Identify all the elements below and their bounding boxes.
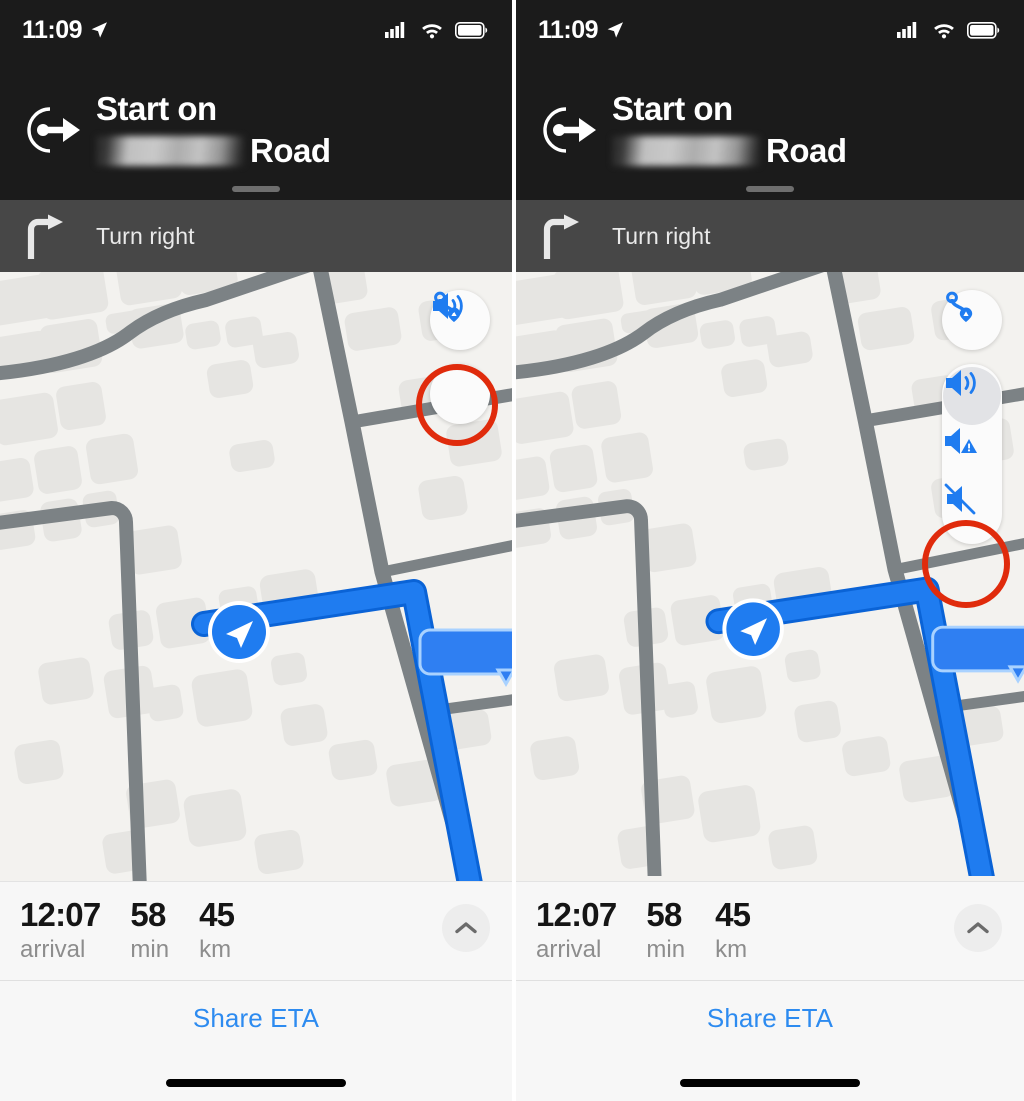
wifi-icon [934,24,954,39]
maneuver-road-suffix: Road [250,132,331,169]
share-eta-label[interactable]: Share ETA [707,1003,833,1034]
eta-stats-row[interactable]: 12:07 arrival 58 min 45 km [516,882,1024,980]
phone-screen-right: 11:09 Start on Road Turn right 12:07 arr… [512,0,1024,1101]
status-bar: 11:09 [516,0,1024,60]
audio-option-volume-full[interactable] [943,367,1001,425]
maneuver-line-2: Road [96,130,331,172]
speaker-muted-icon [944,483,976,515]
battery-full-icon [455,21,488,39]
next-step-label: Turn right [96,222,195,249]
chevron-up-icon [455,922,477,934]
eta-sheet-right: 12:07 arrival 58 min 45 km Share ETA [516,881,1024,1101]
next-step-strip[interactable]: Turn right [516,200,1024,272]
redacted-street-name [612,136,760,166]
wifi-icon [422,24,442,39]
cellular-signal-icon [385,22,405,38]
route-overview-button[interactable] [942,290,1002,350]
next-step-strip[interactable]: Turn right [0,200,512,272]
screenshot-stage: 11:09 Start on Road Turn right 12:07 arr… [0,0,1024,1101]
start-on-route-icon [530,103,606,157]
eta-stats-row[interactable]: 12:07 arrival 58 min 45 km [0,882,512,980]
maneuver-text: Start on Road [606,88,847,172]
eta-duration-value: 58 [646,896,682,933]
redacted-street-name [96,136,244,166]
location-arrow-icon [91,22,108,38]
eta-duration-unit: min [130,935,170,963]
user-location-puck [208,601,270,663]
maneuver-text: Start on Road [90,88,331,172]
maneuver-banner[interactable]: Start on Road [0,60,512,200]
map-controls-right [942,290,1002,544]
turn-right-arrow-icon [543,214,579,259]
eta-stat-duration: 58 min [646,898,685,965]
status-bar-left: 11:09 [22,16,109,45]
home-indicator[interactable] [680,1079,860,1087]
next-step-label: Turn right [612,222,711,249]
maneuver-banner[interactable]: Start on Road [516,60,1024,200]
maneuver-line-2: Road [612,130,847,172]
audio-option-alerts-only[interactable] [943,425,1001,483]
speaker-alerts-only-icon [945,428,977,454]
eta-arrival-value: 12:07 [536,896,617,933]
location-arrow-icon [607,22,624,38]
status-bar-right [897,21,1000,39]
eta-distance-unit: km [199,935,232,963]
cellular-signal-icon [897,22,917,38]
share-eta-label[interactable]: Share ETA [193,1003,319,1034]
turn-right-arrow-icon [27,214,63,259]
maneuver-line-1: Start on [612,89,733,127]
maneuver-road-suffix: Road [766,132,847,169]
chevron-up-icon [967,922,989,934]
expand-sheet-button[interactable] [442,904,490,952]
eta-sheet-left: 12:07 arrival 58 min 45 km Share ETA [0,881,512,1101]
battery-full-icon [967,21,1000,39]
eta-arrival-unit: arrival [536,935,602,963]
eta-stat-distance: 45 km [715,896,751,965]
start-on-route-icon [14,103,90,157]
audio-output-button[interactable] [430,293,490,424]
speaker-volume-icon [946,370,976,396]
eta-duration-value: 58 [130,896,166,933]
phone-screen-left: 11:09 Start on Road Turn right 12:07 arr… [0,0,512,1101]
maneuver-line-1: Start on [96,89,217,127]
eta-stat-arrival: 12:07 arrival [536,896,617,965]
sheet-drag-handle[interactable] [232,186,280,192]
user-location-puck [722,598,784,660]
sheet-drag-handle[interactable] [746,186,794,192]
eta-distance-value: 45 [199,896,235,933]
map-canvas-right[interactable] [516,272,1024,881]
eta-distance-value: 45 [715,896,751,933]
eta-stat-arrival: 12:07 arrival [20,896,101,965]
eta-arrival-unit: arrival [20,935,86,963]
audio-option-muted[interactable] [943,483,1001,541]
home-indicator[interactable] [166,1079,346,1087]
status-bar-left: 11:09 [538,16,625,45]
eta-distance-unit: km [715,935,748,963]
route-overview-icon [946,291,973,322]
map-controls-left [430,290,490,424]
audio-output-menu[interactable] [942,364,1002,544]
status-time: 11:09 [22,15,83,44]
status-bar-right [385,21,488,39]
eta-arrival-value: 12:07 [20,896,101,933]
eta-duration-unit: min [646,935,686,963]
eta-stat-distance: 45 km [199,896,235,965]
map-canvas-left[interactable] [0,272,512,881]
eta-stat-duration: 58 min [130,898,169,965]
status-bar: 11:09 [0,0,512,60]
expand-sheet-button[interactable] [954,904,1002,952]
speaker-volume-icon [433,293,463,319]
status-time: 11:09 [538,15,599,44]
